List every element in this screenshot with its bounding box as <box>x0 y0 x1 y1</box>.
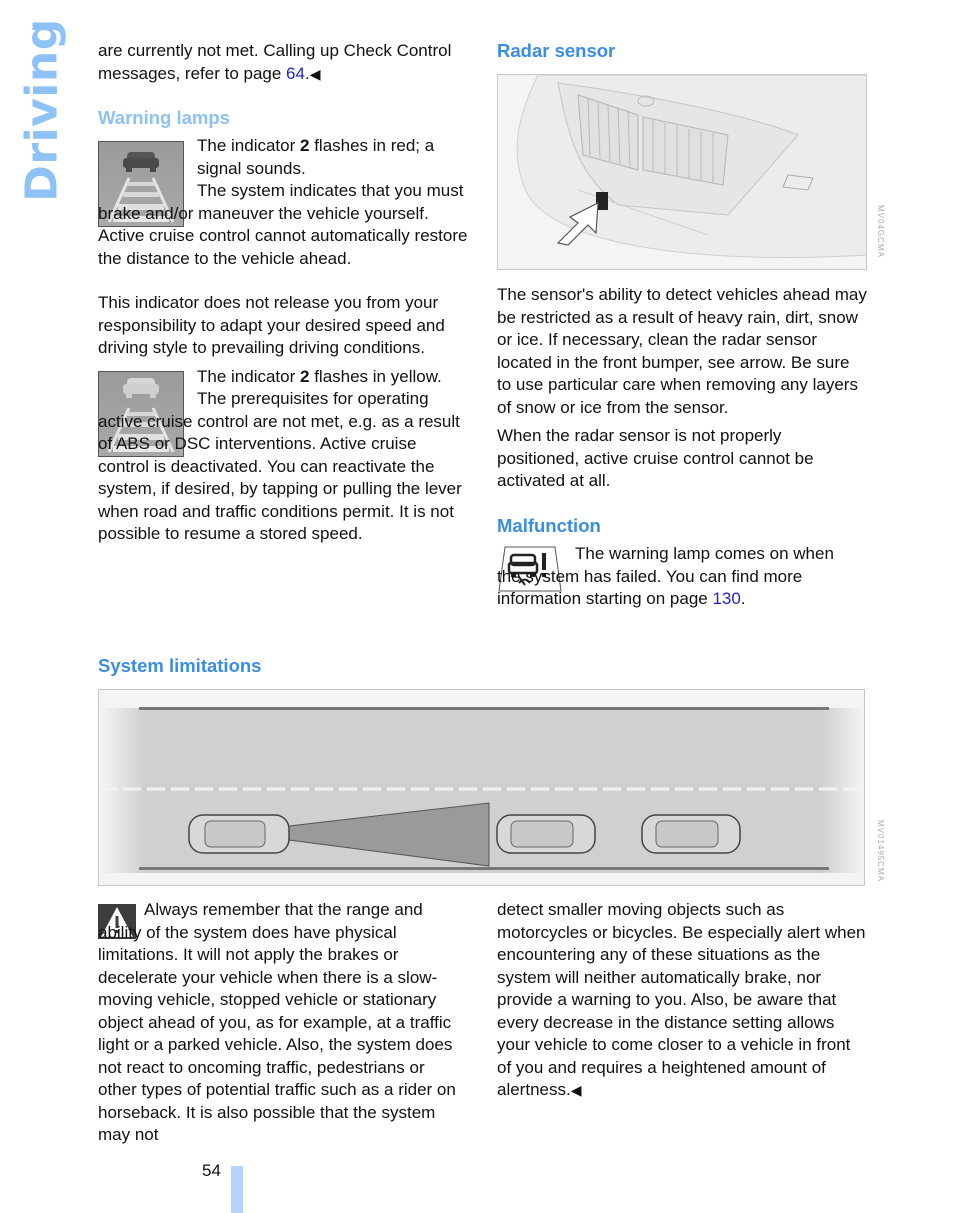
text: . <box>740 589 746 608</box>
malfunction-heading: Malfunction <box>497 515 601 536</box>
radar-sensor-heading: Radar sensor <box>497 40 616 61</box>
text: detect smaller moving objects such as mo… <box>497 900 866 1099</box>
yellow-indicator-line1: The indicator 2 flashes in yellow. <box>197 366 469 389</box>
vehicle-ahead-2 <box>641 814 741 854</box>
red-indicator-note: This indicator does not release you from… <box>98 293 445 357</box>
chapter-tab: Driving <box>12 18 72 201</box>
limitations-image-code: MV01495CMA <box>876 820 885 883</box>
red-indicator-desc: The system indicates that you must brake… <box>98 180 468 270</box>
text: The indicator <box>197 367 300 386</box>
page-link-64[interactable]: 64 <box>286 64 305 83</box>
text: flashes in yellow. <box>309 367 442 386</box>
radar-sensor-illustration: MV04GCMA <box>497 74 867 270</box>
chapter-tab-label: Driving <box>16 18 68 202</box>
vehicle-ahead-1 <box>496 814 596 854</box>
text: The system indicates that you must brake… <box>98 181 468 268</box>
end-marker-icon: ◀ <box>309 65 321 82</box>
system-limitations-warning-col2: detect smaller moving objects such as mo… <box>497 899 867 1102</box>
own-vehicle <box>188 814 290 854</box>
page-number: 54 <box>202 1161 221 1180</box>
yellow-indicator-desc: The prerequisites for operating active c… <box>98 389 462 543</box>
system-limitations-warning-col1: Always remember that the range and abili… <box>98 900 456 1144</box>
radar-sensor-paragraph-2: When the radar sensor is not properly po… <box>497 426 814 490</box>
intro-paragraph: are currently not met. Calling up Check … <box>98 40 468 85</box>
radar-sensor-paragraph-1: The sensor's ability to detect vehicles … <box>497 285 867 417</box>
malfunction-paragraph: The warning lamp comes on when the syste… <box>497 543 849 611</box>
system-limitations-heading: System limitations <box>98 655 262 676</box>
page-link-130[interactable]: 130 <box>712 589 740 608</box>
system-limitations-illustration <box>98 689 865 886</box>
red-indicator-line1: The indicator 2 flashes in red; a signal… <box>197 135 469 180</box>
text: The indicator <box>197 136 300 155</box>
page-tab-bar <box>231 1166 243 1213</box>
text: The warning lamp comes on when the syste… <box>497 544 834 608</box>
intro-text: are currently not met. Calling up Check … <box>98 41 452 83</box>
warning-lamps-heading: Warning lamps <box>98 107 230 128</box>
end-marker-icon: ◀ <box>570 1082 582 1098</box>
radar-image-code: MV04GCMA <box>876 205 885 258</box>
